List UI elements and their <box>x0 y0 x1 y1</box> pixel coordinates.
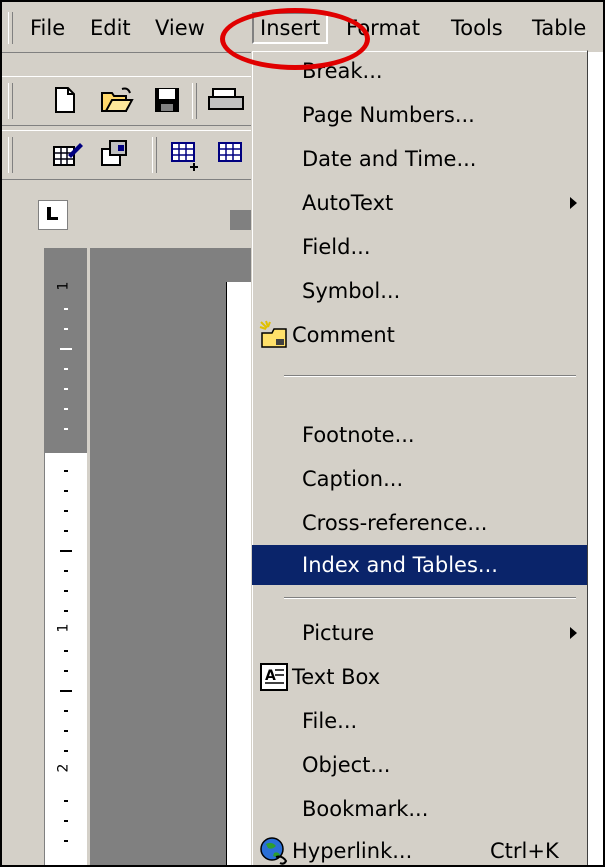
menu-item-symbol[interactable]: Symbol... <box>252 271 587 311</box>
ruler-tick <box>64 490 68 492</box>
menu-file[interactable]: File <box>24 14 71 42</box>
menu-item-shortcut: Ctrl+K <box>490 839 559 863</box>
ruler-tick <box>64 570 68 572</box>
ruler-tick <box>64 610 68 612</box>
menubar-grip[interactable] <box>8 12 13 44</box>
comment-icon <box>258 319 290 351</box>
menu-separator <box>284 375 576 377</box>
ruler-tick <box>60 690 72 692</box>
ruler-tick <box>64 590 68 592</box>
menu-item-object[interactable]: Object... <box>252 745 587 785</box>
ruler-tick <box>64 308 68 310</box>
menu-item-label: Text Box <box>292 665 381 689</box>
menu-item-label: AutoText <box>302 191 394 215</box>
vertical-ruler[interactable]: 1 1 2 <box>44 248 87 865</box>
toolbar-grip[interactable] <box>8 83 13 119</box>
menu-item-bookmark[interactable]: Bookmark... <box>252 789 587 829</box>
secondary-toolbar <box>2 130 252 180</box>
draw-table-icon[interactable] <box>52 139 83 169</box>
toolbar-separator <box>192 83 197 119</box>
menu-item-label: Object... <box>302 753 391 777</box>
insert-table-icon[interactable] <box>170 139 200 171</box>
menu-item-label: Hyperlink... <box>292 839 413 863</box>
menu-item-hyperlink[interactable]: Hyperlink... Ctrl+K <box>252 831 587 865</box>
submenu-arrow-icon <box>570 627 577 639</box>
menu-format[interactable]: Format <box>340 14 426 42</box>
ruler-number: 2 <box>55 763 72 773</box>
tab-selector-button[interactable] <box>38 200 68 230</box>
ruler-tick <box>64 428 68 430</box>
menu-item-label: Index and Tables... <box>302 553 498 577</box>
menu-item-label: Comment <box>292 323 395 347</box>
hyperlink-globe-icon <box>258 835 290 865</box>
ruler-tick <box>64 710 68 712</box>
menu-tools[interactable]: Tools <box>445 14 509 42</box>
menu-item-picture[interactable]: Picture <box>252 613 587 653</box>
menu-item-label: Bookmark... <box>302 797 429 821</box>
ruler-tick <box>64 408 68 410</box>
word-window: File Edit View Insert Format Tools Table <box>0 0 605 867</box>
menu-item-footnote[interactable]: Footnote... <box>252 415 587 455</box>
menu-bar: File Edit View Insert Format Tools Table <box>2 2 603 53</box>
ruler-tick <box>64 510 68 512</box>
menu-table[interactable]: Table <box>526 14 592 42</box>
menu-item-label: Page Numbers... <box>302 103 475 127</box>
new-document-icon[interactable] <box>50 85 80 115</box>
menu-edit[interactable]: Edit <box>84 14 137 42</box>
ruler-tick <box>64 670 68 672</box>
menu-item-page-numbers[interactable]: Page Numbers... <box>252 95 587 135</box>
submenu-arrow-icon <box>570 197 577 209</box>
menu-view[interactable]: View <box>149 14 211 42</box>
menu-item-label: Break... <box>302 59 383 83</box>
ruler-tick <box>64 820 68 822</box>
vertical-ruler-margin <box>45 248 87 453</box>
menu-item-field[interactable]: Field... <box>252 227 587 267</box>
toolbar-separator <box>152 137 157 173</box>
menu-item-label: Date and Time... <box>302 147 477 171</box>
ruler-number: 1 <box>55 281 72 291</box>
print-icon[interactable] <box>207 85 244 115</box>
ruler-tick <box>64 328 68 330</box>
form-properties-icon[interactable] <box>100 139 130 169</box>
svg-text:A: A <box>265 668 276 684</box>
save-disk-icon[interactable] <box>152 85 182 115</box>
ruler-tick <box>64 650 68 652</box>
menu-item-text-box[interactable]: A Text Box <box>252 657 587 697</box>
open-folder-icon[interactable] <box>100 85 134 115</box>
ruler-tick <box>64 470 68 472</box>
menu-item-label: File... <box>302 709 358 733</box>
insert-menu-dropdown: Break... Page Numbers... Date and Time..… <box>251 50 588 865</box>
toolbar-grip[interactable] <box>8 137 13 173</box>
table-icon[interactable] <box>217 139 247 169</box>
ruler-tick <box>60 348 72 350</box>
menu-item-break[interactable]: Break... <box>252 51 587 91</box>
menu-item-cross-reference[interactable]: Cross-reference... <box>252 503 587 543</box>
menu-item-caption[interactable]: Caption... <box>252 459 587 499</box>
ruler-tick <box>64 530 68 532</box>
menu-item-label: Cross-reference... <box>302 511 488 535</box>
ruler-tick <box>64 368 68 370</box>
ruler-tick <box>64 840 68 842</box>
ruler-tick <box>64 800 68 802</box>
menu-item-file[interactable]: File... <box>252 701 587 741</box>
standard-toolbar <box>2 76 252 126</box>
menu-item-label: Footnote... <box>302 423 415 447</box>
ruler-tick <box>60 550 72 552</box>
menu-item-label: Caption... <box>302 467 404 491</box>
menu-item-comment[interactable]: Comment <box>252 315 587 355</box>
menu-separator <box>284 597 576 599</box>
menu-item-label: Picture <box>302 621 375 645</box>
horizontal-ruler[interactable] <box>230 210 252 230</box>
menu-item-autotext[interactable]: AutoText <box>252 183 587 223</box>
menu-item-label: Field... <box>302 235 371 259</box>
menu-item-date-and-time[interactable]: Date and Time... <box>252 139 587 179</box>
text-box-icon: A <box>258 661 290 693</box>
menu-item-index-and-tables[interactable]: Index and Tables... <box>252 545 587 585</box>
ruler-tick <box>64 388 68 390</box>
menu-insert[interactable]: Insert <box>252 12 329 44</box>
ruler-tick <box>64 750 68 752</box>
ruler-number: 1 <box>55 623 72 633</box>
ruler-tick <box>64 730 68 732</box>
menu-item-label: Symbol... <box>302 279 401 303</box>
